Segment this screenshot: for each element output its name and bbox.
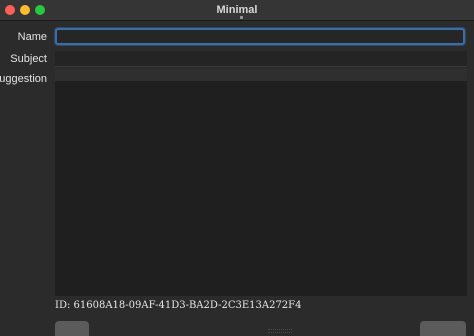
title-bar[interactable]: Minimal bbox=[0, 0, 474, 21]
suggestion-header-strip bbox=[55, 69, 467, 81]
window-title: Minimal bbox=[216, 4, 258, 16]
subject-label: Subject bbox=[10, 53, 47, 65]
left-action-button[interactable] bbox=[55, 321, 89, 336]
subject-input[interactable] bbox=[55, 51, 467, 67]
resize-grip[interactable] bbox=[268, 329, 292, 333]
suggestion-label: Suggestion bbox=[0, 73, 47, 85]
right-action-button[interactable] bbox=[420, 321, 466, 336]
record-id-text: ID: 61608A18-09AF-41D3-BA2D-2C3E13A272F4 bbox=[55, 300, 302, 311]
app-window: Minimal Name Subject Suggestion ID: 6160… bbox=[0, 0, 474, 336]
toolbar-glyph-icon bbox=[240, 16, 243, 19]
name-label: Name bbox=[17, 31, 47, 43]
suggestion-textarea[interactable] bbox=[55, 81, 467, 296]
name-input[interactable] bbox=[55, 28, 465, 45]
